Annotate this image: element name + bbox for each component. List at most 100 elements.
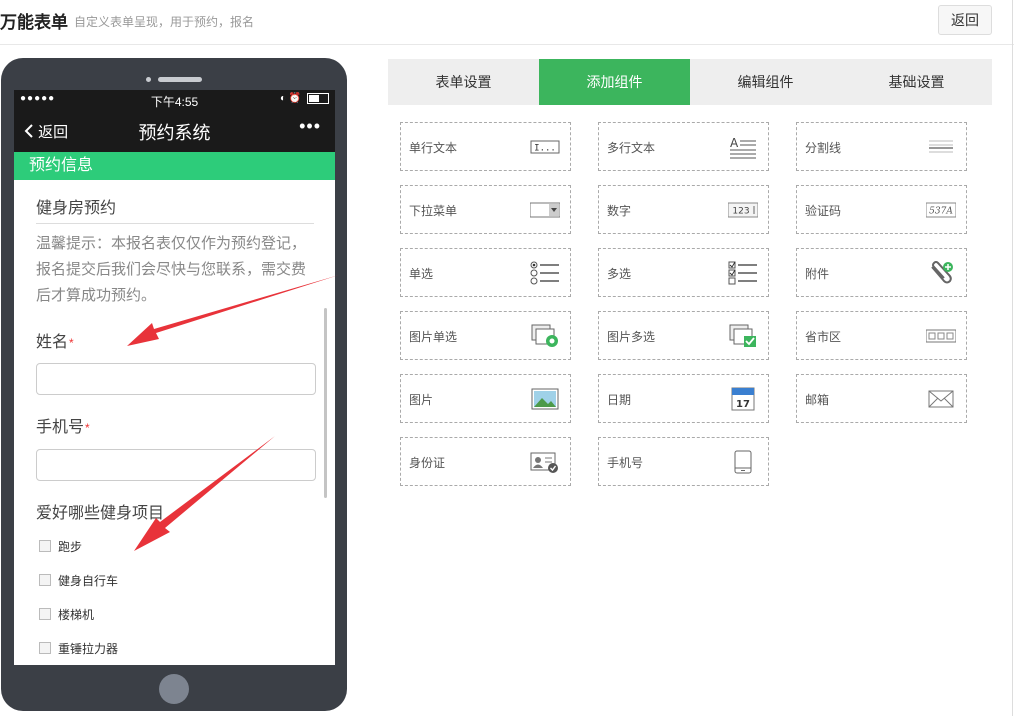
component-label: 手机号: [607, 456, 644, 470]
attachment-icon: [931, 261, 953, 284]
image-checkbox-icon: [729, 324, 756, 347]
email-icon: [928, 390, 954, 408]
phone-preview: ●●●●● 下午4:55 ◐ ⏰ 返回 预约系统 ••• 预约信息 健身房预约 …: [1, 58, 347, 711]
option-running[interactable]: 跑步: [39, 538, 82, 555]
status-bar: ●●●●● 下午4:55 ◐ ⏰: [14, 90, 335, 110]
tab-edit-component[interactable]: 编辑组件: [690, 59, 841, 105]
image-radio-icon: [531, 324, 558, 347]
form-tip: 温馨提示：本报名表仅仅作为预约登记，报名提交后我们会尽快与您联系，需交费后才算成…: [36, 235, 307, 304]
section-title: 预约信息: [14, 152, 335, 180]
name-input[interactable]: [36, 363, 316, 395]
component-image-radio[interactable]: 图片单选: [400, 311, 571, 360]
component-region[interactable]: 省市区: [796, 311, 967, 360]
component-label: 单选: [409, 267, 434, 281]
name-label-text: 姓名: [36, 334, 69, 351]
component-dropdown[interactable]: 下拉菜单: [400, 185, 571, 234]
status-icons: ◐ ⏰: [280, 93, 329, 104]
battery-icon: [307, 93, 329, 104]
page-title: 万能表单: [0, 13, 68, 32]
component-label: 分割线: [805, 141, 842, 155]
page-right-border: [1012, 0, 1013, 716]
option-label: 跑步: [58, 540, 83, 554]
single-line-text-icon: I...: [530, 140, 560, 154]
lock-alarm-icon: ◐ ⏰: [279, 93, 302, 105]
phone-input[interactable]: [36, 449, 316, 481]
component-label: 图片单选: [409, 330, 458, 344]
component-email[interactable]: 邮箱: [796, 374, 967, 423]
component-label: 多行文本: [607, 141, 656, 155]
svg-text:A: A: [730, 136, 739, 150]
phone-speaker: [158, 77, 202, 82]
svg-text:I...: I...: [534, 144, 556, 154]
mobile-icon: [734, 450, 752, 474]
nav-title: 预约系统: [138, 123, 211, 143]
radio-icon: [530, 261, 559, 285]
component-radio[interactable]: 单选: [400, 248, 571, 297]
component-number[interactable]: 数字 123: [598, 185, 769, 234]
component-label: 身份证: [409, 456, 446, 470]
option-pulley[interactable]: 重锤拉力器: [39, 640, 118, 657]
phone-label-text: 手机号: [36, 419, 85, 436]
tab-basic-settings[interactable]: 基础设置: [841, 59, 992, 105]
component-label: 单行文本: [409, 141, 458, 155]
checkbox-icon: [728, 261, 757, 285]
form-divider: [36, 223, 314, 224]
component-label: 图片: [409, 393, 434, 407]
phone-camera: [146, 77, 151, 82]
component-label: 图片多选: [607, 330, 656, 344]
checkbox[interactable]: [39, 574, 51, 587]
component-date[interactable]: 日期 17: [598, 374, 769, 423]
option-label: 重锤拉力器: [58, 642, 119, 656]
svg-text:17: 17: [736, 399, 750, 410]
tab-bar: 表单设置 添加组件 编辑组件 基础设置: [388, 59, 992, 105]
question-label: 爱好哪些健身项目: [36, 505, 165, 522]
required-mark: *: [85, 421, 90, 435]
region-icon: [926, 329, 956, 343]
component-image[interactable]: 图片: [400, 374, 571, 423]
required-mark: *: [69, 336, 74, 350]
name-field-label: 姓名*: [36, 328, 74, 352]
phone-navbar: 返回 预约系统 •••: [14, 110, 335, 152]
scrollbar[interactable]: [324, 308, 327, 498]
svg-text:123: 123: [732, 207, 749, 217]
option-bike[interactable]: 健身自行车: [39, 572, 118, 589]
component-multi-line-text[interactable]: 多行文本 A: [598, 122, 769, 171]
divider-icon: [929, 140, 953, 153]
dropdown-icon: [530, 202, 560, 218]
component-label: 日期: [607, 393, 632, 407]
component-image-checkbox[interactable]: 图片多选: [598, 311, 769, 360]
phone-field-label: 手机号*: [36, 413, 90, 437]
component-label: 下拉菜单: [409, 204, 458, 218]
checkbox[interactable]: [39, 608, 51, 621]
component-label: 多选: [607, 267, 632, 281]
id-card-icon: [530, 452, 558, 473]
component-label: 验证码: [805, 204, 842, 218]
option-stair[interactable]: 楼梯机: [39, 606, 94, 623]
component-mobile[interactable]: 手机号: [598, 437, 769, 486]
checkbox[interactable]: [39, 642, 51, 655]
option-label: 健身自行车: [58, 574, 119, 588]
captcha-icon: 537A: [926, 202, 956, 218]
more-icon[interactable]: •••: [299, 116, 321, 137]
checkbox[interactable]: [39, 540, 51, 553]
component-label: 数字: [607, 204, 632, 218]
phone-screen: ●●●●● 下午4:55 ◐ ⏰ 返回 预约系统 ••• 预约信息 健身房预约 …: [14, 90, 335, 665]
svg-text:537A: 537A: [929, 207, 953, 217]
component-label: 省市区: [805, 330, 842, 344]
component-divider[interactable]: 分割线: [796, 122, 967, 171]
tab-add-component[interactable]: 添加组件: [539, 59, 690, 105]
component-attachment[interactable]: 附件: [796, 248, 967, 297]
page-header: 万能表单 自定义表单呈现，用于预约，报名 返回: [0, 0, 1014, 45]
option-label: 楼梯机: [58, 608, 95, 622]
back-button[interactable]: 返回: [938, 5, 992, 35]
component-id-card[interactable]: 身份证: [400, 437, 571, 486]
number-icon: 123: [728, 202, 758, 218]
calendar-icon: 17: [731, 387, 755, 411]
component-single-line-text[interactable]: 单行文本 I...: [400, 122, 571, 171]
form-name: 健身房预约: [36, 200, 117, 217]
tab-form-settings[interactable]: 表单设置: [388, 59, 539, 105]
component-captcha[interactable]: 验证码 537A: [796, 185, 967, 234]
multi-line-text-icon: A: [730, 136, 756, 159]
page-subtitle: 自定义表单呈现，用于预约，报名: [74, 15, 255, 29]
component-checkbox[interactable]: 多选: [598, 248, 769, 297]
